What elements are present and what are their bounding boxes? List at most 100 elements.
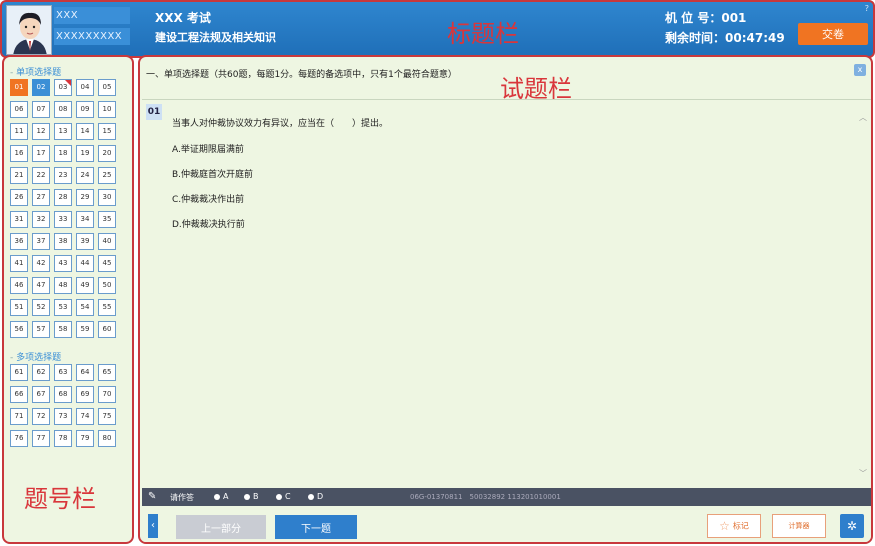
question-number-cell[interactable]: 02	[32, 79, 50, 96]
question-number-cell[interactable]: 66	[10, 386, 28, 403]
question-number-cell[interactable]: 69	[76, 386, 94, 403]
question-number-cell[interactable]: 33	[54, 211, 72, 228]
answer-choice-a[interactable]: A	[214, 492, 228, 501]
question-number-cell[interactable]: 38	[54, 233, 72, 250]
question-number-cell[interactable]: 67	[32, 386, 50, 403]
question-number-cell[interactable]: 31	[10, 211, 28, 228]
question-number-cell[interactable]: 37	[32, 233, 50, 250]
question-number-cell[interactable]: 07	[32, 101, 50, 118]
question-number-cell[interactable]: 71	[10, 408, 28, 425]
question-number-cell[interactable]: 30	[98, 189, 116, 206]
question-number-cell[interactable]: 54	[76, 299, 94, 316]
question-number-cell[interactable]: 48	[54, 277, 72, 294]
question-number-cell[interactable]: 40	[98, 233, 116, 250]
question-number-cell[interactable]: 35	[98, 211, 116, 228]
collapse-panel-icon[interactable]: ‹	[148, 514, 158, 538]
question-number-cell[interactable]: 23	[54, 167, 72, 184]
question-number-cell[interactable]: 10	[98, 101, 116, 118]
question-number-cell[interactable]: 44	[76, 255, 94, 272]
question-number-cell[interactable]: 12	[32, 123, 50, 140]
question-number-cell[interactable]: 41	[10, 255, 28, 272]
question-number-cell[interactable]: 49	[76, 277, 94, 294]
question-number-cell[interactable]: 78	[54, 430, 72, 447]
question-text: 当事人对仲裁协议效力有异议，应当在（ ）提出。	[172, 119, 389, 129]
question-number-cell[interactable]: 09	[76, 101, 94, 118]
option-d[interactable]: D.仲裁裁决执行前	[172, 217, 245, 230]
next-question-button[interactable]: 下一题	[275, 515, 357, 539]
question-number-cell[interactable]: 06	[10, 101, 28, 118]
scroll-down-icon[interactable]: ﹀	[859, 468, 867, 479]
question-number-cell[interactable]: 73	[54, 408, 72, 425]
question-number-cell[interactable]: 36	[10, 233, 28, 250]
question-number-cell[interactable]: 45	[98, 255, 116, 272]
submit-exam-button[interactable]: 交卷	[798, 23, 868, 45]
question-number-cell[interactable]: 75	[98, 408, 116, 425]
question-number-cell[interactable]: 70	[98, 386, 116, 403]
help-icon[interactable]: ?	[865, 4, 869, 13]
answer-choice-b[interactable]: B	[244, 492, 259, 501]
scroll-up-icon[interactable]: ︿	[859, 112, 867, 123]
question-number-cell[interactable]: 20	[98, 145, 116, 162]
question-number-cell[interactable]: 24	[76, 167, 94, 184]
question-number-cell[interactable]: 29	[76, 189, 94, 206]
question-number-cell[interactable]: 43	[54, 255, 72, 272]
question-number-cell[interactable]: 08	[54, 101, 72, 118]
question-number-cell[interactable]: 42	[32, 255, 50, 272]
question-number-cell[interactable]: 17	[32, 145, 50, 162]
question-number-cell[interactable]: 39	[76, 233, 94, 250]
question-number-cell[interactable]: 27	[32, 189, 50, 206]
question-number-cell[interactable]: 64	[76, 364, 94, 381]
question-number-cell[interactable]: 77	[32, 430, 50, 447]
answer-choice-c[interactable]: C	[276, 492, 291, 501]
question-number-cell[interactable]: 19	[76, 145, 94, 162]
question-number-cell[interactable]: 11	[10, 123, 28, 140]
question-number-cell[interactable]: 21	[10, 167, 28, 184]
close-icon[interactable]: x	[854, 64, 866, 76]
question-number-cell[interactable]: 15	[98, 123, 116, 140]
question-number-cell[interactable]: 14	[76, 123, 94, 140]
question-number-cell[interactable]: 62	[32, 364, 50, 381]
question-number-cell[interactable]: 51	[10, 299, 28, 316]
question-number-cell[interactable]: 53	[54, 299, 72, 316]
question-number-cell[interactable]: 65	[98, 364, 116, 381]
question-number-cell[interactable]: 04	[76, 79, 94, 96]
question-number-cell[interactable]: 13	[54, 123, 72, 140]
answer-choice-d[interactable]: D	[308, 492, 323, 501]
question-number-cell[interactable]: 01	[10, 79, 28, 96]
prev-part-button[interactable]: 上一部分	[176, 515, 266, 539]
question-number-cell[interactable]: 79	[76, 430, 94, 447]
question-number-cell[interactable]: 57	[32, 321, 50, 338]
question-number-cell[interactable]: 16	[10, 145, 28, 162]
question-number-cell[interactable]: 03	[54, 79, 72, 96]
question-number-cell[interactable]: 22	[32, 167, 50, 184]
question-number-cell[interactable]: 52	[32, 299, 50, 316]
question-number-cell[interactable]: 26	[10, 189, 28, 206]
question-number-cell[interactable]: 60	[98, 321, 116, 338]
question-number-cell[interactable]: 74	[76, 408, 94, 425]
option-a[interactable]: A.举证期限届满前	[172, 142, 244, 155]
mark-button[interactable]: ☆ 标记	[707, 514, 761, 538]
question-number-cell[interactable]: 72	[32, 408, 50, 425]
question-number-cell[interactable]: 50	[98, 277, 116, 294]
option-b[interactable]: B.仲裁庭首次开庭前	[172, 167, 253, 180]
question-number-cell[interactable]: 55	[98, 299, 116, 316]
question-number-cell[interactable]: 63	[54, 364, 72, 381]
question-number-cell[interactable]: 05	[98, 79, 116, 96]
question-number-cell[interactable]: 28	[54, 189, 72, 206]
question-number-cell[interactable]: 61	[10, 364, 28, 381]
calculator-button[interactable]: 计算器	[772, 514, 826, 538]
question-number-cell[interactable]: 32	[32, 211, 50, 228]
question-number-cell[interactable]: 46	[10, 277, 28, 294]
question-number-cell[interactable]: 80	[98, 430, 116, 447]
option-c[interactable]: C.仲裁裁决作出前	[172, 192, 244, 205]
question-number-cell[interactable]: 47	[32, 277, 50, 294]
question-number-cell[interactable]: 58	[54, 321, 72, 338]
question-number-cell[interactable]: 34	[76, 211, 94, 228]
question-number-cell[interactable]: 59	[76, 321, 94, 338]
question-number-cell[interactable]: 18	[54, 145, 72, 162]
question-number-cell[interactable]: 56	[10, 321, 28, 338]
question-number-cell[interactable]: 76	[10, 430, 28, 447]
question-number-cell[interactable]: 68	[54, 386, 72, 403]
settings-button[interactable]: ✲	[840, 514, 864, 538]
question-number-cell[interactable]: 25	[98, 167, 116, 184]
